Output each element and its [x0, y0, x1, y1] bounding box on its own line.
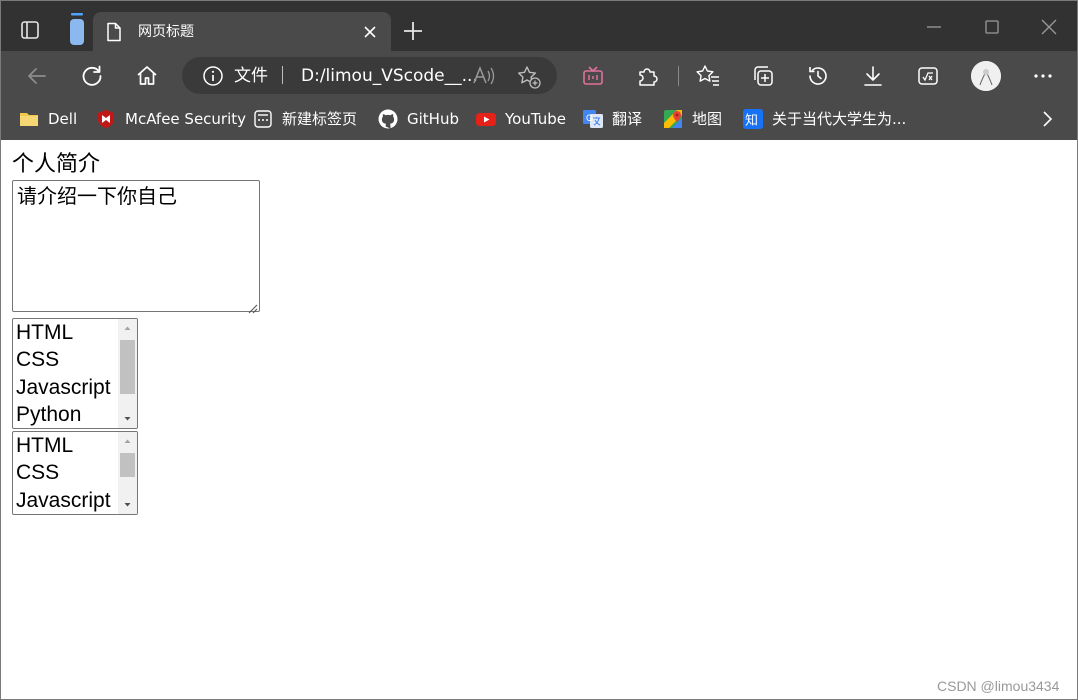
read-aloud-icon[interactable] — [472, 65, 496, 87]
folder-icon — [19, 109, 39, 129]
language-listbox-small[interactable]: HTML CSS Javascript — [12, 431, 138, 515]
title-bar: 网页标题 — [1, 1, 1077, 51]
page-icon — [105, 22, 123, 42]
list-option[interactable]: Python — [16, 401, 81, 428]
address-bar[interactable]: 文件 D:/limou_VScode__... — [182, 57, 557, 94]
svg-text:知: 知 — [745, 113, 758, 129]
close-tab-icon[interactable] — [361, 23, 379, 41]
listbox-scrollbar[interactable] — [118, 432, 137, 514]
bookmark-github[interactable]: GitHub — [378, 107, 459, 131]
mcafee-shield-icon — [96, 109, 116, 129]
close-window-icon[interactable] — [1038, 16, 1060, 38]
bookmark-youtube[interactable]: YouTube — [476, 107, 566, 131]
page-content: 个人简介 请介绍一下你自己 HTML CSS Javascript Python — [2, 140, 1077, 699]
new-tab-icon[interactable] — [402, 20, 424, 42]
address-separator — [282, 66, 283, 84]
intro-label: 个人简介 — [12, 152, 101, 177]
bookmark-mcafee-security[interactable]: McAfee Security — [96, 107, 246, 131]
bookmark-maps[interactable]: 地图 — [663, 107, 722, 131]
scroll-down-arrow-icon[interactable] — [118, 410, 137, 428]
translate-icon: G — [583, 109, 603, 129]
extensions-icon[interactable] — [634, 63, 660, 89]
downloads-icon[interactable] — [860, 63, 886, 89]
bookmark-zhihu[interactable]: 知 关于当代大学生为... — [743, 107, 906, 131]
bookmark-dell[interactable]: Dell — [19, 107, 77, 131]
maximize-icon[interactable] — [981, 16, 1003, 38]
more-options-icon[interactable] — [1030, 63, 1056, 89]
add-favorite-icon[interactable] — [516, 64, 542, 90]
list-option[interactable]: CSS — [16, 346, 59, 373]
info-icon[interactable] — [202, 65, 224, 87]
language-listbox[interactable]: HTML CSS Javascript Python — [12, 318, 138, 429]
history-icon[interactable] — [805, 63, 831, 89]
navigation-toolbar: 文件 D:/limou_VScode__... — [1, 51, 1077, 101]
listbox-scrollbar[interactable] — [118, 319, 137, 428]
profile-avatar[interactable] — [971, 61, 1001, 91]
tab-actions-icon[interactable] — [17, 17, 43, 43]
active-tab[interactable]: 网页标题 — [93, 12, 391, 51]
chevron-right-icon[interactable] — [1037, 108, 1057, 130]
youtube-icon — [476, 109, 496, 129]
favorites-icon[interactable] — [695, 63, 721, 89]
maps-icon — [663, 109, 683, 129]
vertical-tabs-icon[interactable] — [67, 13, 87, 47]
scrollbar-thumb[interactable] — [120, 453, 135, 477]
svg-text:G: G — [586, 113, 593, 123]
toolbar-divider — [678, 66, 679, 86]
home-icon[interactable] — [134, 63, 160, 89]
math-solver-icon[interactable] — [915, 63, 941, 89]
github-icon — [378, 109, 398, 129]
list-option[interactable]: Javascript — [16, 487, 111, 514]
list-option[interactable]: HTML — [16, 319, 73, 346]
media-icon[interactable] — [580, 63, 606, 89]
browser-window: 网页标题 文件 D:/limou_VScode__... Dell McAfee… — [0, 0, 1078, 700]
intro-textarea[interactable]: 请介绍一下你自己 — [12, 180, 260, 312]
back-icon[interactable] — [24, 63, 50, 89]
scroll-up-arrow-icon[interactable] — [118, 432, 137, 450]
new-tab-page-icon — [253, 109, 273, 129]
address-scheme-label: 文件 — [234, 66, 268, 86]
scroll-up-arrow-icon[interactable] — [118, 319, 137, 337]
bookmark-new-tab-page[interactable]: 新建标签页 — [253, 107, 357, 131]
collections-icon[interactable] — [750, 63, 776, 89]
list-option[interactable]: CSS — [16, 459, 59, 486]
bookmark-translate[interactable]: G 翻译 — [583, 107, 642, 131]
watermark: CSDN @limou3434 — [937, 678, 1060, 694]
address-url[interactable]: D:/limou_VScode__... — [301, 65, 478, 87]
scrollbar-thumb[interactable] — [120, 340, 135, 394]
bookmarks-bar: Dell McAfee Security 新建标签页 GitHub YouTub… — [1, 101, 1077, 140]
scroll-down-arrow-icon[interactable] — [118, 496, 137, 514]
minimize-icon[interactable] — [923, 16, 945, 38]
refresh-icon[interactable] — [79, 63, 105, 89]
zhihu-icon: 知 — [743, 109, 763, 129]
list-option[interactable]: Javascript — [16, 374, 111, 401]
list-option[interactable]: HTML — [16, 432, 73, 459]
tab-title: 网页标题 — [138, 24, 194, 40]
